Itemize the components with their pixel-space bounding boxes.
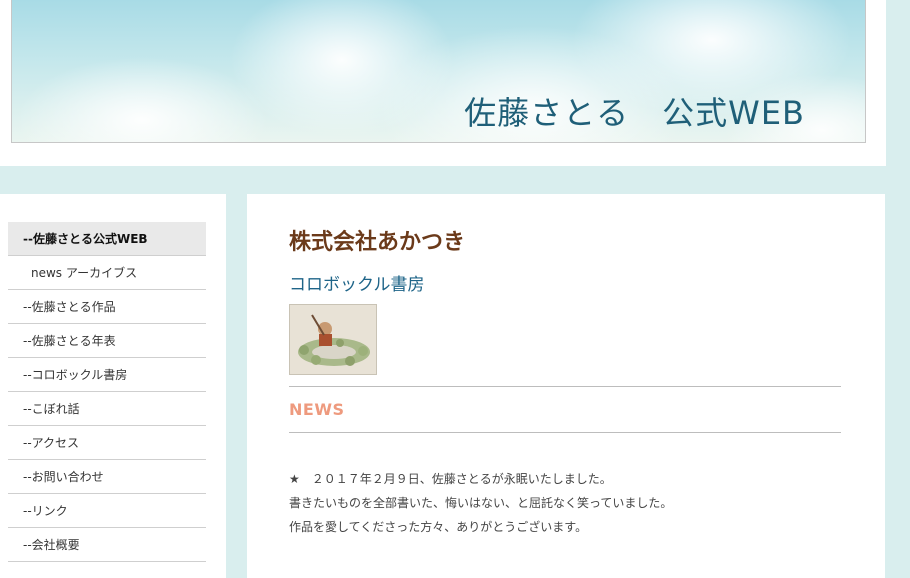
sidebar: --佐藤さとる公式WEB news アーカイブス --佐藤さとる作品 --佐藤さ… xyxy=(0,194,226,578)
sidebar-item-chronology[interactable]: --佐藤さとる年表 xyxy=(8,324,206,358)
main-content: 株式会社あかつき コロボックル書房 NEWS ★ ２０１７年２月９日、佐藤さとる… xyxy=(247,194,885,578)
news-line: 書きたいものを全部書いた、悔いはない、と屈託なく笑っていました。 xyxy=(289,496,673,510)
sidebar-item-access[interactable]: --アクセス xyxy=(8,426,206,460)
book-thumbnail-image[interactable] xyxy=(289,304,377,375)
sidebar-nav: --佐藤さとる公式WEB news アーカイブス --佐藤さとる作品 --佐藤さ… xyxy=(8,222,206,562)
sidebar-item-home[interactable]: --佐藤さとる公式WEB xyxy=(8,222,206,256)
site-title[interactable]: 佐藤さとる 公式WEB xyxy=(464,88,805,134)
sidebar-item-news-archives[interactable]: news アーカイブス xyxy=(8,256,206,290)
sidebar-item-contact[interactable]: --お問い合わせ xyxy=(8,460,206,494)
sidebar-item-anecdotes[interactable]: --こぼれ話 xyxy=(8,392,206,426)
header: 佐藤さとる 公式WEB xyxy=(0,0,886,166)
sidebar-item-works[interactable]: --佐藤さとる作品 xyxy=(8,290,206,324)
news-line: 作品を愛してくださった方々、ありがとうございます。 xyxy=(289,520,588,534)
divider xyxy=(289,432,841,433)
page-title: 株式会社あかつき xyxy=(289,230,466,255)
sidebar-item-links[interactable]: --リンク xyxy=(8,494,206,528)
sidebar-item-korobokkuru-shobo[interactable]: --コロボックル書房 xyxy=(8,358,206,392)
news-heading: NEWS xyxy=(289,400,345,419)
news-line: ★ ２０１７年２月９日、佐藤さとるが永眠いたしました。 xyxy=(289,472,612,486)
subtitle-link[interactable]: コロボックル書房 xyxy=(289,270,841,298)
sidebar-item-company[interactable]: --会社概要 xyxy=(8,528,206,562)
news-body: ★ ２０１７年２月９日、佐藤さとるが永眠いたしました。 書きたいものを全部書いた… xyxy=(289,467,841,539)
header-banner-image: 佐藤さとる 公式WEB xyxy=(11,0,866,143)
